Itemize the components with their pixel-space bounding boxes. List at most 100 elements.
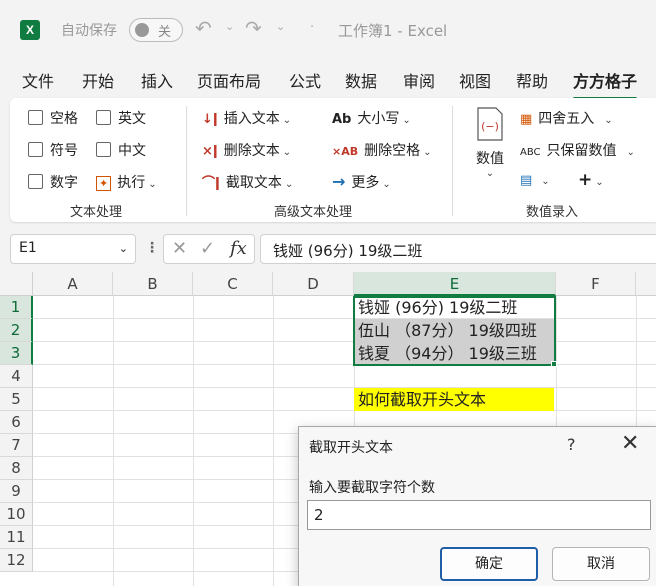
execute-label: 执行 [117, 175, 146, 191]
row-header-10[interactable]: 10 [0, 503, 33, 526]
checkbox-symbol[interactable]: 符号 [28, 140, 78, 160]
row-header-12[interactable]: 12 [0, 549, 33, 572]
menu-tabs: 文件 开始 插入 页面布局 公式 数据 审阅 视图 帮助 方方格子 [0, 58, 656, 100]
tab-page-layout[interactable]: 页面布局 [197, 68, 261, 92]
chevron-down-icon: ⌄ [148, 179, 157, 190]
round-label: 四舍五入 [538, 111, 595, 127]
checkbox-chinese[interactable]: 中文 [96, 140, 146, 160]
column-header-b[interactable]: B [113, 272, 193, 296]
keep-numbers-button[interactable]: ABC 只保留数值 ⌄ [520, 140, 635, 160]
arrow-right-icon: → [332, 172, 346, 191]
checkbox-english[interactable]: 英文 [96, 108, 146, 128]
row-header-1[interactable]: 1 [0, 296, 33, 319]
checkbox-space[interactable]: 空格 [28, 108, 78, 128]
more-label: 更多 [351, 175, 380, 191]
close-icon[interactable]: ✕ [621, 431, 639, 456]
row-header-4[interactable]: 4 [0, 365, 33, 388]
checkbox-label: 符号 [50, 143, 78, 159]
group-divider [452, 106, 453, 216]
case-button[interactable]: Ab 大小写 ⌄ [332, 108, 411, 128]
tab-fangfang-gezi[interactable]: 方方格子 [573, 68, 638, 100]
row-header-11[interactable]: 11 [0, 526, 33, 549]
cancel-button[interactable]: 取消 [552, 547, 650, 581]
row-header-8[interactable]: 8 [0, 457, 33, 480]
column-header-d[interactable]: D [273, 272, 354, 296]
tab-review[interactable]: 审阅 [403, 68, 435, 92]
delete-space-button[interactable]: ×AB 删除空格 ⌄ [332, 140, 432, 160]
group-label-advanced-text: 高级文本处理 [274, 205, 353, 220]
case-icon: Ab [332, 112, 352, 127]
checkbox-label: 空格 [50, 111, 78, 127]
extract-text-dialog: 截取开头文本 ? ✕ 输入要截取字符个数 确定 取消 [298, 426, 656, 586]
ok-button[interactable]: 确定 [440, 547, 538, 581]
row-header-7[interactable]: 7 [0, 434, 33, 457]
tab-formulas[interactable]: 公式 [289, 68, 321, 92]
fill-handle[interactable] [551, 361, 557, 367]
extract-text-button[interactable]: ⌒ǀ 截取文本 ⌄ [202, 172, 293, 192]
grid-line [33, 341, 656, 342]
group-label-text: 文本处理 [70, 205, 123, 220]
tab-data[interactable]: 数据 [345, 68, 377, 92]
undo-icon[interactable]: ↶ [195, 16, 212, 40]
excel-logo-icon: X [20, 20, 40, 40]
delete-space-label: 删除空格 [364, 143, 421, 159]
autosave-state: 关 [158, 25, 172, 40]
tab-help[interactable]: 帮助 [516, 68, 548, 92]
tab-insert[interactable]: 插入 [141, 68, 173, 92]
row-header-3[interactable]: 3 [0, 342, 33, 365]
insert-text-button[interactable]: ↓ǀ 插入文本 ⌄ [202, 108, 291, 128]
chevron-down-icon: ⌄ [118, 242, 128, 255]
insert-text-icon: ↓ǀ [202, 112, 218, 127]
round-icon: ▦ [520, 112, 533, 127]
round-button[interactable]: ▦ 四舍五入 ⌄ [520, 108, 613, 128]
cell-e5[interactable]: 如何截取开头文本 [354, 388, 554, 411]
grid-line [273, 296, 274, 586]
checkbox-number[interactable]: 数字 [28, 172, 78, 192]
checkbox-label: 英文 [118, 111, 146, 127]
cancel-entry-icon[interactable]: ✕ [172, 238, 187, 259]
character-count-input[interactable] [307, 500, 651, 530]
check-mark-button[interactable]: ▤ ⌄ [520, 172, 550, 188]
tab-home[interactable]: 开始 [82, 68, 114, 92]
row-header-9[interactable]: 9 [0, 480, 33, 503]
chevron-down-icon: ⌄ [541, 176, 550, 187]
select-all-corner[interactable] [0, 272, 33, 296]
tab-file[interactable]: 文件 [22, 68, 54, 92]
row-header-6[interactable]: 6 [0, 411, 33, 434]
execute-button[interactable]: ✦ 执行 ⌄ [96, 172, 157, 192]
help-icon[interactable]: ? [567, 435, 576, 454]
column-header-next[interactable] [636, 272, 656, 296]
column-header-f[interactable]: F [556, 272, 636, 296]
confirm-entry-icon[interactable]: ✓ [200, 238, 215, 259]
delete-text-button[interactable]: ×ǀ 删除文本 ⌄ [202, 140, 291, 160]
delete-space-icon: ×AB [332, 145, 359, 158]
more-button[interactable]: → 更多 ⌄ [332, 172, 391, 192]
extract-text-label: 截取文本 [225, 175, 282, 191]
plus-button[interactable]: + ⌄ [578, 170, 604, 190]
autosave-toggle[interactable]: 关 [129, 18, 183, 42]
row-header-5[interactable]: 5 [0, 388, 33, 411]
group-label-number-entry: 数值录入 [526, 205, 579, 220]
formula-buttons: ✕ ✓ fx [163, 234, 255, 264]
name-box-value: E1 [19, 240, 37, 256]
column-header-c[interactable]: C [193, 272, 273, 296]
redo-dropdown-icon[interactable]: ⌄ [276, 20, 285, 33]
grid-line [113, 296, 114, 586]
chevron-down-icon: ⌄ [485, 168, 495, 179]
name-box[interactable]: E1 ⌄ [10, 234, 136, 264]
column-header-a[interactable]: A [33, 272, 113, 296]
undo-dropdown-icon[interactable]: ⌄ [225, 20, 234, 33]
formula-input[interactable]: 钱娅 (96分) 19级二班 [260, 234, 656, 264]
more-options-icon[interactable]: ⋮ [145, 240, 159, 256]
insert-function-icon[interactable]: fx [230, 238, 247, 259]
checkbox-label: 数字 [50, 175, 78, 191]
formula-bar: E1 ⌄ ⋮ ✕ ✓ fx 钱娅 (96分) 19级二班 [0, 232, 656, 266]
grid-line [33, 364, 656, 365]
column-header-e[interactable]: E [354, 272, 556, 296]
number-button[interactable]: (−) 数值 ⌄ [470, 106, 510, 196]
title-separator: · [310, 20, 315, 35]
row-header-2[interactable]: 2 [0, 319, 33, 342]
redo-icon[interactable]: ↷ [245, 16, 262, 40]
grid-line [33, 410, 656, 411]
tab-view[interactable]: 视图 [459, 68, 491, 92]
